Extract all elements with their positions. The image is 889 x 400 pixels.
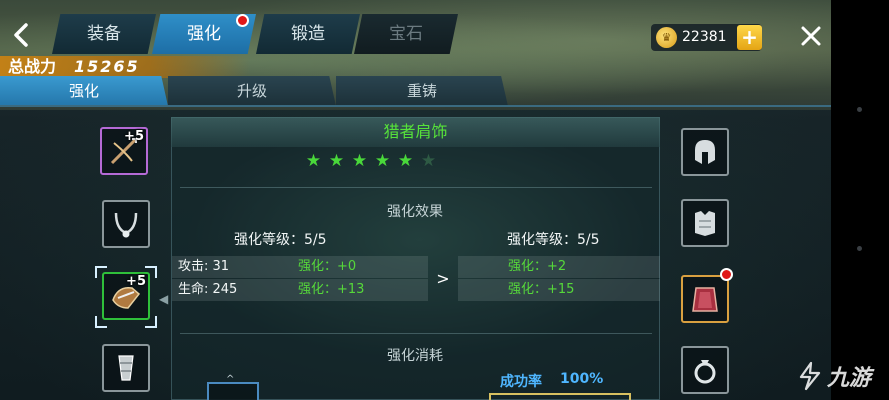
- tab-equipment[interactable]: 装备: [52, 14, 156, 54]
- slot-helmet[interactable]: [681, 128, 729, 176]
- frame-corner: [145, 316, 157, 328]
- star-empty-icon: ★: [420, 151, 437, 171]
- watermark: 九游: [797, 356, 871, 396]
- success-rate-value: 100%: [560, 371, 604, 387]
- current-stat-row: 生命: 245 强化：+13: [172, 279, 428, 301]
- device-edge: [831, 0, 889, 400]
- slot-cape[interactable]: [681, 275, 729, 323]
- gold-coin-icon: ♛: [656, 27, 677, 48]
- enhance-tab-notification-dot: [236, 14, 249, 27]
- subtab-label: 升级: [236, 82, 267, 100]
- next-level: 强化等级：5/5: [507, 232, 600, 248]
- subtab-divider: [0, 105, 831, 107]
- tab-forge[interactable]: 锻造: [256, 14, 360, 54]
- back-button[interactable]: [0, 14, 42, 56]
- close-button[interactable]: [793, 18, 829, 54]
- slot-necklace[interactable]: [102, 200, 150, 248]
- tab-label: 装备: [87, 24, 121, 44]
- ring-icon: [694, 360, 716, 384]
- edge-dot: [857, 107, 862, 112]
- gold-amount: 22381: [682, 29, 727, 45]
- add-gold-button[interactable]: +: [737, 25, 762, 50]
- frame-corner: [95, 266, 107, 278]
- chevron-left-icon: [14, 23, 28, 47]
- item-star-rating: ★ ★ ★ ★ ★ ★: [304, 152, 438, 172]
- stat-bonus: 强化：+0: [298, 259, 357, 274]
- cost-section-title: 强化消耗: [387, 348, 443, 364]
- gold-currency: ♛ 22381 +: [651, 24, 762, 51]
- next-stat-row: 强化：+2: [458, 256, 660, 278]
- frame-corner: [95, 316, 107, 328]
- slot-enhance-level: +5: [124, 129, 144, 144]
- item-name: 猎者肩饰: [383, 122, 448, 141]
- slot-bracer[interactable]: [102, 344, 150, 392]
- effect-section-title: 强化效果: [387, 204, 443, 220]
- divider: [180, 187, 652, 188]
- stat-name: 生命: 245: [178, 282, 238, 297]
- current-stat-row: 攻击: 31 强化：+0: [172, 256, 428, 278]
- divider: [180, 333, 652, 334]
- next-stat-row: 强化：+15: [458, 279, 660, 301]
- close-icon: [801, 26, 821, 46]
- helmet-icon: [695, 140, 715, 164]
- star-filled-icon: ★: [397, 151, 414, 171]
- current-level: 强化等级：5/5: [234, 232, 327, 248]
- bracer-icon: [118, 355, 134, 381]
- stat-bonus: 强化：+15: [508, 282, 575, 297]
- collapse-arrow-icon: ◀: [159, 292, 169, 306]
- frame-corner: [145, 266, 157, 278]
- tab-label: 锻造: [291, 24, 325, 44]
- subtab-upgrade[interactable]: 升级: [168, 76, 336, 106]
- star-filled-icon: ★: [374, 151, 391, 171]
- game-screen: 装备 强化 锻造 宝石 ♛ 22381 + 总战力 15265 强化 升级 重铸…: [0, 0, 889, 400]
- star-filled-icon: ★: [328, 151, 345, 171]
- tab-label: 强化: [187, 24, 221, 44]
- subtab-enhance[interactable]: 强化: [0, 76, 168, 106]
- watermark-logo-icon: [799, 361, 821, 391]
- total-power-bar: 总战力 15265: [0, 56, 250, 78]
- star-filled-icon: ★: [351, 151, 368, 171]
- sub-tabs: 强化 升级 重铸: [0, 76, 831, 106]
- total-power-label: 总战力: [8, 57, 57, 76]
- caret-up-icon: ^: [226, 374, 235, 385]
- stat-name: 攻击: 31: [178, 259, 230, 274]
- tab-gem[interactable]: 宝石: [354, 14, 458, 54]
- stat-bonus: 强化：+13: [298, 282, 365, 297]
- cape-icon: [692, 287, 718, 312]
- subtab-recast[interactable]: 重铸: [336, 76, 508, 106]
- selected-slot-frame: [95, 266, 157, 328]
- subtab-label: 强化: [68, 82, 99, 100]
- slot-crossbow[interactable]: +5: [100, 127, 148, 175]
- upgrade-arrow-icon: >: [436, 268, 450, 288]
- slot-ring[interactable]: [681, 346, 729, 394]
- watermark-text: 九游: [827, 366, 872, 391]
- stat-bonus: 强化：+2: [508, 259, 567, 274]
- cape-notification-dot: [720, 268, 733, 281]
- total-power-value: 15265: [74, 57, 140, 76]
- success-rate-label: 成功率: [500, 374, 542, 390]
- necklace-icon: [114, 212, 138, 238]
- subtab-label: 重铸: [406, 82, 437, 100]
- slot-chest-armor[interactable]: [681, 199, 729, 247]
- chest-armor-icon: [695, 211, 715, 236]
- enhance-button[interactable]: [489, 393, 631, 400]
- tab-label: 宝石: [389, 24, 423, 44]
- star-filled-icon: ★: [305, 151, 322, 171]
- edge-dot: [857, 246, 862, 251]
